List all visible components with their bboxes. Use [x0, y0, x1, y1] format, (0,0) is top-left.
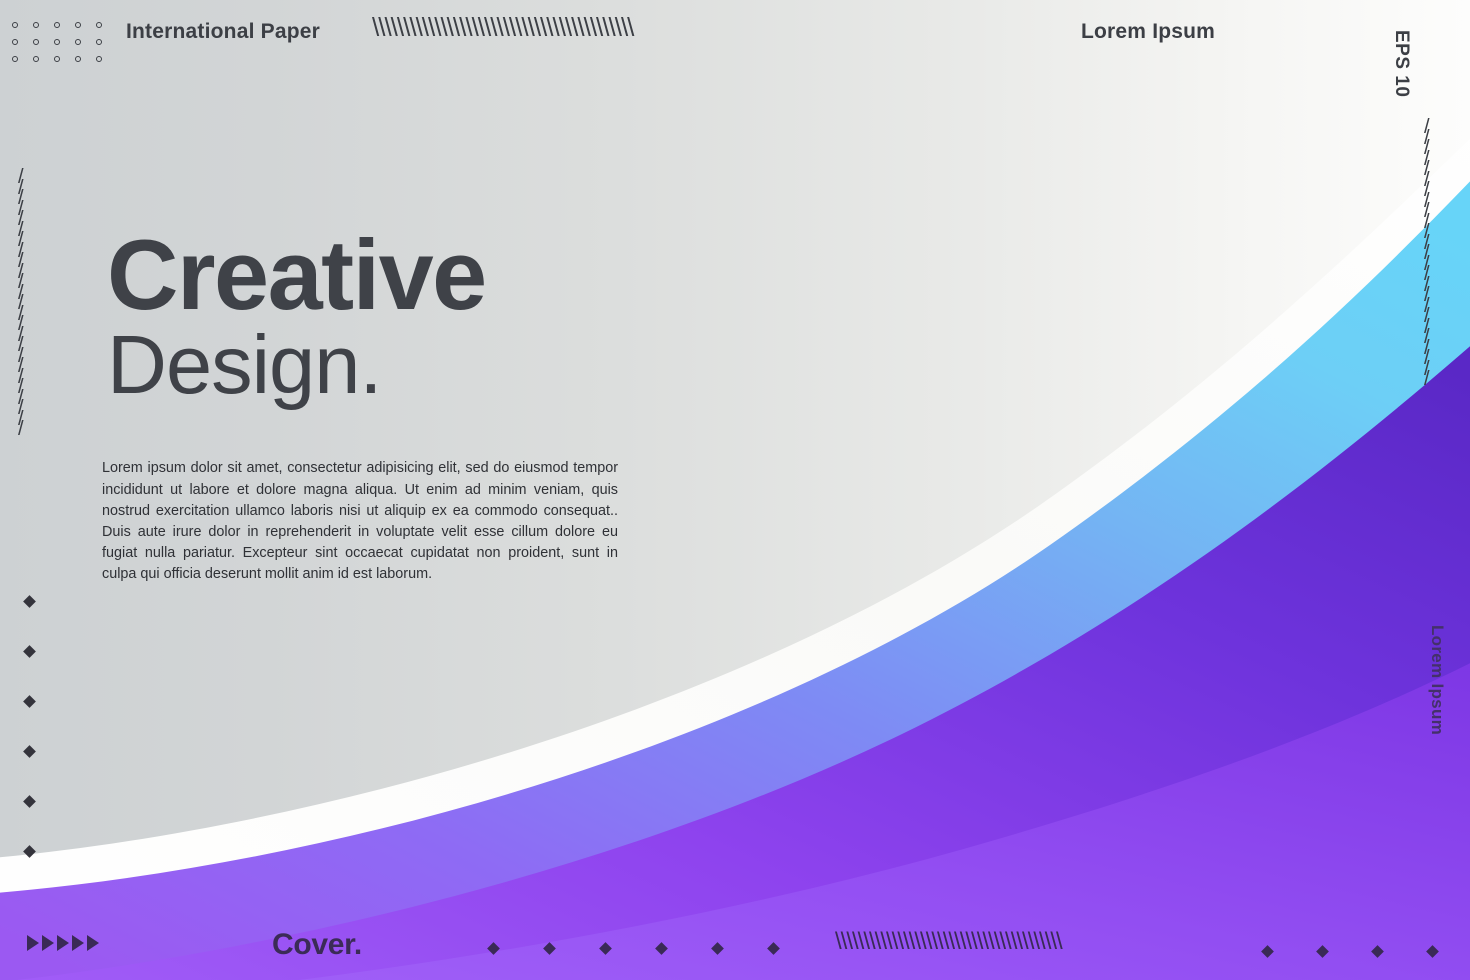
- diamond-icon: [23, 745, 36, 758]
- diamond-icon: [23, 645, 36, 658]
- diamond-icon: [1371, 945, 1384, 958]
- triangle-icon: [57, 935, 69, 951]
- dot-grid-icon: [12, 22, 117, 73]
- headline-primary: Creative: [107, 219, 487, 330]
- right-slash-column: / / / / / / / / / / / / / / / / / / / / / / / / /: [1424, 116, 1430, 390]
- eps-version-label: EPS 10: [1391, 30, 1412, 98]
- headline-secondary: Design.: [107, 318, 382, 412]
- diamond-icon: [599, 942, 612, 955]
- left-slash-column: / / / / / / / / / / / / / / / / / / / / / / / / /: [18, 166, 24, 440]
- triangle-icon: [87, 935, 99, 951]
- triangle-icon: [42, 935, 54, 951]
- brand-label: International Paper: [126, 20, 321, 43]
- diamond-icon: [711, 942, 724, 955]
- diamond-icon: [767, 942, 780, 955]
- diamond-icon: [23, 795, 36, 808]
- triangle-icon: [72, 935, 84, 951]
- diamond-icon: [1426, 945, 1439, 958]
- diamond-icon: [23, 695, 36, 708]
- top-slash-decoration: \\\\\\\\\\\\\\\\\\\\\\\\\\\\\\\\\\\\\\\\…: [372, 12, 634, 42]
- header-right-label: Lorem Ipsum: [1081, 20, 1216, 43]
- poster-canvas: International Paper \\\\\\\\\\\\\\\\\\\\…: [0, 0, 1470, 980]
- diamond-icon: [1261, 945, 1274, 958]
- triangle-row-decoration: [27, 935, 99, 951]
- body-paragraph: Lorem ipsum dolor sit amet, consectetur …: [102, 460, 618, 583]
- bottom-slash-decoration: \\\\\\\\\\\\\\\\\\\\\\\\\\\\\\\\\\\\\\\\: [835, 928, 1063, 955]
- bottom-right-diamond-row: [1261, 945, 1470, 958]
- bottom-center-diamond-row: [487, 942, 780, 955]
- triangle-icon: [27, 935, 39, 951]
- left-diamond-column: [23, 595, 36, 858]
- diamond-icon: [487, 942, 500, 955]
- diamond-icon: [1316, 945, 1329, 958]
- cover-label: Cover.: [272, 928, 362, 961]
- diamond-icon: [23, 595, 36, 608]
- diamond-icon: [655, 942, 668, 955]
- diamond-icon: [543, 942, 556, 955]
- diamond-icon: [23, 845, 36, 858]
- side-vertical-label: Lorem Ipsum: [1428, 625, 1447, 736]
- page-title: Creative Design.: [107, 219, 727, 412]
